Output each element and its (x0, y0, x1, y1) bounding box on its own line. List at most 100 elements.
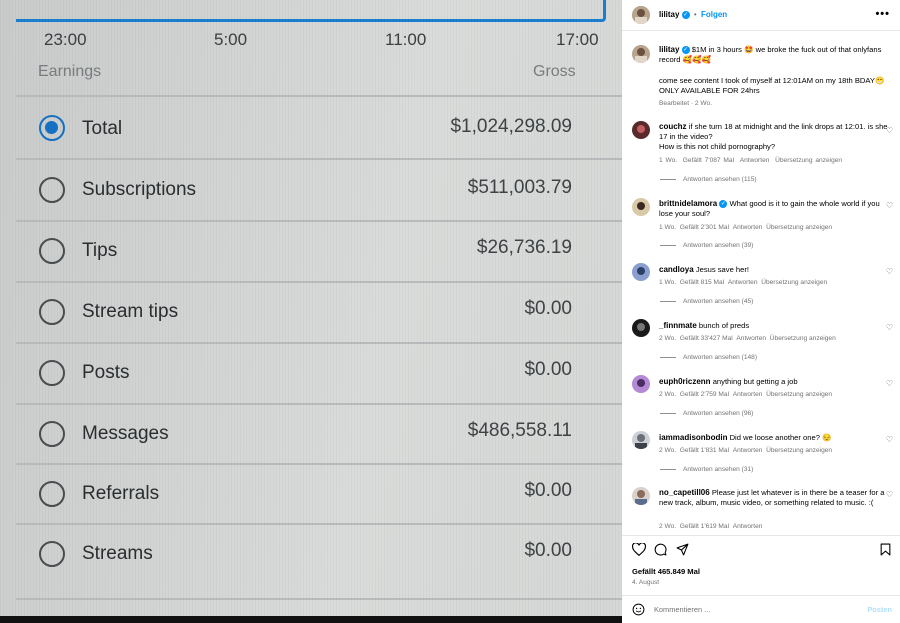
translate-button[interactable]: Übersetzung anzeigen (770, 335, 836, 342)
translate-button[interactable]: Übersetzung anzeigen (766, 224, 832, 231)
heart-icon[interactable]: ♡ (886, 267, 893, 276)
share-send-icon[interactable] (676, 543, 689, 558)
heart-icon[interactable]: ♡ (886, 126, 893, 135)
reply-button[interactable]: Antworten (733, 447, 763, 454)
comment-likes[interactable]: Gefällt 815 Mal (680, 279, 724, 286)
comment-age: 2 Wo. (659, 391, 677, 398)
translate-button[interactable]: Übersetzung anzeigen (766, 447, 832, 454)
avatar[interactable] (632, 431, 650, 449)
comment-username[interactable]: euph0riczenn (659, 377, 711, 386)
view-replies[interactable]: Antworten ansehen (115) (660, 176, 757, 183)
heart-icon[interactable]: ♡ (886, 323, 893, 332)
row-label: Posts (82, 362, 130, 383)
comment-age: 1 Wo. (659, 157, 678, 164)
comment-likes[interactable]: Gefällt 1'619 Mal (680, 523, 729, 530)
comment-body: no_capetill06 Please just let whatever i… (659, 488, 895, 508)
caption-line-1: lilitay ✓ $1M in 3 hours 🤩 we broke the … (659, 45, 895, 65)
like-heart-icon[interactable] (631, 542, 647, 558)
comment-input[interactable]: Kommentieren ... (654, 605, 710, 614)
avatar[interactable] (632, 375, 650, 393)
comment-meta: 2 Wo. Gefällt 2'759 Mal Antworten Überse… (659, 390, 895, 400)
reply-button[interactable]: Antworten (740, 157, 770, 164)
avatar[interactable] (632, 6, 650, 24)
radio-icon[interactable] (39, 360, 65, 386)
row-label: Stream tips (82, 301, 179, 322)
avatar[interactable] (632, 263, 650, 281)
radio-icon[interactable] (39, 541, 65, 567)
translate-button[interactable]: Übersetzung anzeigen (766, 391, 832, 398)
row-value: $486,558.11 (467, 420, 572, 441)
earnings-row-subscriptions[interactable]: Subscriptions $511,003.79 (0, 160, 622, 220)
earnings-row-stream-tips[interactable]: Stream tips $0.00 (0, 282, 622, 342)
separator: • (693, 10, 697, 19)
view-replies[interactable]: Antworten ansehen (148) (660, 354, 757, 361)
view-replies[interactable]: Antworten ansehen (96) (660, 410, 753, 417)
earnings-row-posts[interactable]: Posts $0.00 (0, 343, 622, 403)
radio-icon[interactable] (39, 177, 65, 203)
view-replies[interactable]: Antworten ansehen (31) (660, 466, 753, 473)
comment-likes[interactable]: Gefällt 7'087 Mal (683, 157, 734, 164)
radio-icon[interactable] (39, 481, 65, 507)
emoji-icon[interactable] (632, 603, 645, 618)
comment-likes[interactable]: Gefällt 2'301 Mal (680, 224, 729, 231)
heart-icon[interactable]: ♡ (886, 201, 893, 210)
reply-button[interactable]: Antworten (733, 391, 763, 398)
heart-icon[interactable]: ♡ (886, 379, 893, 388)
follow-button[interactable]: Folgen (701, 10, 727, 19)
view-replies[interactable]: Antworten ansehen (39) (660, 242, 753, 249)
earnings-row-total[interactable]: Total $1,024,298.09 (0, 98, 622, 158)
comment-username[interactable]: no_capetill06 (659, 488, 710, 497)
comment-body: euph0riczenn anything but getting a job (659, 377, 895, 387)
post-button[interactable]: Posten (867, 605, 892, 614)
avatar[interactable] (632, 45, 650, 63)
avatar[interactable] (632, 198, 650, 216)
view-replies-label: Antworten ansehen (115) (683, 176, 757, 183)
comment-likes[interactable]: Gefällt 2'759 Mal (680, 391, 729, 398)
view-replies-label: Antworten ansehen (31) (683, 466, 754, 473)
comment-likes[interactable]: Gefällt 33'427 Mal (680, 335, 733, 342)
avatar[interactable] (632, 487, 650, 505)
avatar[interactable] (632, 121, 650, 139)
earnings-row-referrals[interactable]: Referrals $0.00 (0, 464, 622, 524)
reply-button[interactable]: Antworten (728, 279, 758, 286)
radio-icon[interactable] (39, 299, 65, 325)
view-replies[interactable]: Antworten ansehen (45) (660, 298, 753, 305)
comment-bubble-icon[interactable] (654, 543, 667, 558)
comment-username[interactable]: candloya (659, 265, 694, 274)
translate-button[interactable]: Übersetzung anzeigen (761, 279, 827, 286)
bookmark-icon[interactable] (880, 543, 891, 558)
comment-likes[interactable]: Gefällt 1'831 Mal (680, 447, 729, 454)
row-label: Tips (82, 240, 118, 261)
comment-text: anything but getting a job (712, 377, 798, 386)
avatar[interactable] (632, 319, 650, 337)
caption-username[interactable]: lilitay (659, 45, 679, 54)
comment-text-2: How is this not child pornography? (659, 142, 776, 151)
header-user: lilitay ✓ • Folgen (659, 10, 727, 19)
caption-text: $1M in 3 hours 🤩 we broke the fuck out o… (659, 45, 882, 64)
heart-icon[interactable]: ♡ (886, 435, 893, 444)
comment-username[interactable]: _finnmate (659, 321, 697, 330)
reply-button[interactable]: Antworten (736, 335, 766, 342)
earnings-row-messages[interactable]: Messages $486,558.11 (0, 404, 622, 464)
comment-username[interactable]: couchz (659, 122, 687, 131)
earnings-row-tips[interactable]: Tips $26,736.19 (0, 221, 622, 281)
earnings-row-streams[interactable]: Streams $0.00 (0, 524, 622, 584)
username[interactable]: lilitay (659, 10, 679, 19)
reply-button[interactable]: Antworten (733, 523, 763, 530)
chart-time-label: 5:00 (214, 30, 248, 49)
likes-count[interactable]: Gefällt 465.849 Mal (632, 567, 700, 576)
radio-icon[interactable] (39, 421, 65, 447)
comment-username[interactable]: brittnidelamora (659, 199, 717, 208)
reply-button[interactable]: Antworten (733, 224, 763, 231)
comment-text: Did we loose another one? 😔 (729, 433, 832, 442)
comment-meta: 1 Wo. Gefällt 815 Mal Antworten Übersetz… (659, 278, 895, 288)
comment-body: _finnmate bunch of preds (659, 321, 895, 331)
translate-button[interactable]: Übersetzung anzeigen (775, 157, 842, 164)
heart-icon[interactable]: ♡ (886, 490, 893, 499)
comment-username[interactable]: iammadisonbodin (659, 433, 727, 442)
radio-icon[interactable] (39, 238, 65, 264)
more-dots-icon[interactable]: ••• (875, 8, 890, 20)
radio-selected-icon[interactable] (39, 115, 65, 141)
post-photo[interactable]: 23:00 5:00 11:00 17:00 Earnings Gross To… (0, 0, 622, 623)
caption-text-2: come see content I took of myself at 12:… (659, 76, 885, 95)
